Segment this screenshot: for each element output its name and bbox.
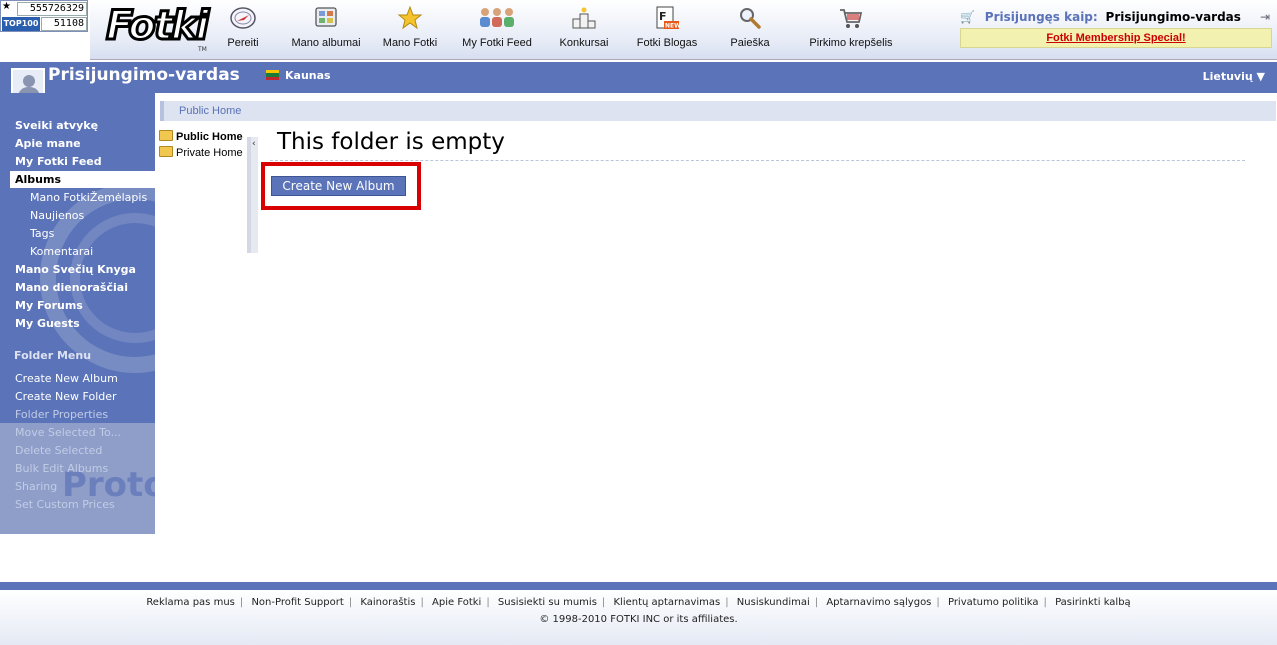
compass-icon: [229, 4, 257, 34]
copyright: © 1998-2010 FOTKI INC or its affiliates.: [539, 614, 738, 625]
nav-pereiti[interactable]: Pereiti: [218, 4, 268, 56]
footer-link[interactable]: Kainoraštis: [360, 597, 415, 608]
sidebar-item-guests[interactable]: My Guests: [15, 317, 80, 330]
albums-icon: [312, 4, 340, 34]
counter-star-icon: ★: [2, 1, 11, 12]
footer-link[interactable]: Susisiekti su mumis: [498, 597, 597, 608]
sidebar-item-sveiki[interactable]: Sveiki atvykę: [15, 119, 98, 132]
nav-paieska[interactable]: Paieška: [722, 4, 778, 56]
sidebar: Proto Sveiki atvykę Apie mane My Fotki F…: [0, 93, 155, 534]
footer-divider: [0, 582, 1277, 590]
login-label: Prisijungęs kaip:: [984, 10, 1098, 24]
counter-total: 555726329: [17, 2, 87, 16]
folder-menu-custom-prices: Set Custom Prices: [15, 498, 115, 511]
magnifier-icon: [736, 4, 764, 34]
cart-icon: [837, 4, 865, 34]
nav-label: Paieška: [730, 37, 770, 49]
nav-label: Konkursai: [559, 37, 609, 49]
people-feed-icon: [477, 4, 517, 34]
folder-menu-create-album[interactable]: Create New Album: [15, 372, 118, 385]
logout-icon[interactable]: ⇥: [1260, 10, 1270, 24]
tree-node-label: Private Home: [176, 147, 243, 159]
visitor-counter[interactable]: ★ 555726329 TOP100 51108: [0, 0, 88, 32]
counter-today: 51108: [41, 17, 87, 31]
nav-label: My Fotki Feed: [462, 37, 532, 49]
breadcrumb: Public Home: [160, 101, 1276, 121]
folder-menu-title: Folder Menu: [14, 349, 92, 362]
nav-label: Pirkimo krepšelis: [809, 37, 893, 49]
user-city: Kaunas: [285, 69, 331, 82]
sidebar-subitem-map[interactable]: Mano FotkiŽemėlapis: [30, 191, 147, 204]
sidebar-item-forums[interactable]: My Forums: [15, 299, 83, 312]
footer-link[interactable]: Privatumo politika: [948, 597, 1039, 608]
sidebar-subitem-news[interactable]: Naujienos: [30, 209, 84, 222]
lithuania-flag-icon: [266, 70, 279, 80]
sidebar-item-albums[interactable]: Albums: [10, 171, 155, 188]
sidebar-subitem-tags[interactable]: Tags: [30, 227, 54, 240]
folder-menu-bulk-edit: Bulk Edit Albums: [15, 462, 109, 475]
top-navigation: Fotki TM Pereiti Mano albumai Mano Fotki: [90, 0, 1277, 60]
folder-menu-create-folder[interactable]: Create New Folder: [15, 390, 117, 403]
tree-node-private-home[interactable]: Private Home: [159, 146, 243, 159]
sidebar-item-apie-mane[interactable]: Apie mane: [15, 137, 81, 150]
footer-link[interactable]: Nusiskundimai: [737, 597, 810, 608]
blog-new-icon: F NEW: [653, 4, 681, 34]
nav-label: Pereiti: [227, 37, 259, 49]
folder-menu-delete: Delete Selected: [15, 444, 103, 457]
logo-tm: TM: [198, 46, 207, 53]
tree-splitter[interactable]: ‹: [247, 137, 258, 253]
nav-mano-albumai[interactable]: Mano albumai: [288, 4, 364, 56]
star-icon: [396, 4, 424, 34]
tree-node-public-home[interactable]: Public Home: [159, 130, 243, 143]
profile-username[interactable]: Prisijungimo-vardas: [48, 64, 240, 86]
membership-special-link[interactable]: Fotki Membership Special!: [1046, 32, 1185, 44]
footer-link[interactable]: Non-Profit Support: [251, 597, 343, 608]
create-new-album-button[interactable]: Create New Album: [271, 176, 406, 196]
folder-icon: [159, 146, 173, 157]
footer-link[interactable]: Reklama pas mus: [146, 597, 235, 608]
nav-mano-fotki[interactable]: Mano Fotki: [380, 4, 440, 56]
chevron-down-icon: ▼: [1256, 70, 1265, 83]
login-status: 🛒 Prisijungęs kaip: Prisijungimo-vardas …: [960, 10, 1270, 26]
nav-pirkimo-krepselis[interactable]: Pirkimo krepšelis: [804, 4, 898, 56]
login-username[interactable]: Prisijungimo-vardas: [1106, 10, 1241, 24]
nav-konkursai[interactable]: Konkursai: [554, 4, 614, 56]
page-title: This folder is empty: [277, 129, 505, 155]
sidebar-subitem-comments[interactable]: Komentarai: [30, 245, 93, 258]
membership-special-banner[interactable]: Fotki Membership Special!: [960, 28, 1272, 48]
logo-text: Fotki: [104, 3, 210, 50]
language-selector[interactable]: Lietuvių ▼: [1203, 70, 1265, 83]
nav-label: Mano albumai: [291, 37, 361, 49]
footer-link[interactable]: Aptarnavimo sąlygos: [826, 597, 931, 608]
footer-links: Reklama pas mus | Non-Profit Support | Kai…: [146, 597, 1131, 608]
nav-fotki-blogas[interactable]: F NEW Fotki Blogas: [634, 4, 700, 56]
nav-label: Fotki Blogas: [636, 37, 698, 49]
svg-text:NEW: NEW: [665, 23, 681, 30]
nav-label: Mano Fotki: [382, 37, 438, 49]
footer-link[interactable]: Apie Fotki: [432, 597, 481, 608]
collapse-arrow-icon[interactable]: ‹: [252, 139, 256, 149]
sidebar-item-diaries[interactable]: Mano dienoraščiai: [15, 281, 128, 294]
folder-menu-properties: Folder Properties: [15, 408, 109, 421]
language-label: Lietuvių: [1202, 70, 1253, 83]
folder-menu-move: Move Selected To...: [15, 426, 122, 439]
podium-icon: [570, 4, 598, 34]
footer: Reklama pas mus | Non-Profit Support | Kai…: [0, 590, 1277, 645]
sidebar-item-feed[interactable]: My Fotki Feed: [15, 155, 102, 168]
open-folder-icon: [159, 130, 173, 141]
fotki-logo[interactable]: Fotki TM: [104, 3, 210, 54]
divider: [270, 160, 1245, 161]
nav-my-fotki-feed[interactable]: My Fotki Feed: [460, 4, 534, 56]
tree-node-label: Public Home: [176, 131, 243, 143]
footer-link[interactable]: Pasirinkti kalbą: [1055, 597, 1131, 608]
folder-menu-sharing: Sharing: [15, 480, 58, 493]
sidebar-item-guestbook[interactable]: Mano Svečių Knyga: [15, 263, 136, 276]
small-cart-icon[interactable]: 🛒: [960, 10, 975, 24]
footer-link[interactable]: Klientų aptarnavimas: [613, 597, 720, 608]
top100-badge: TOP100: [2, 17, 40, 31]
breadcrumb-public-home[interactable]: Public Home: [179, 105, 241, 117]
